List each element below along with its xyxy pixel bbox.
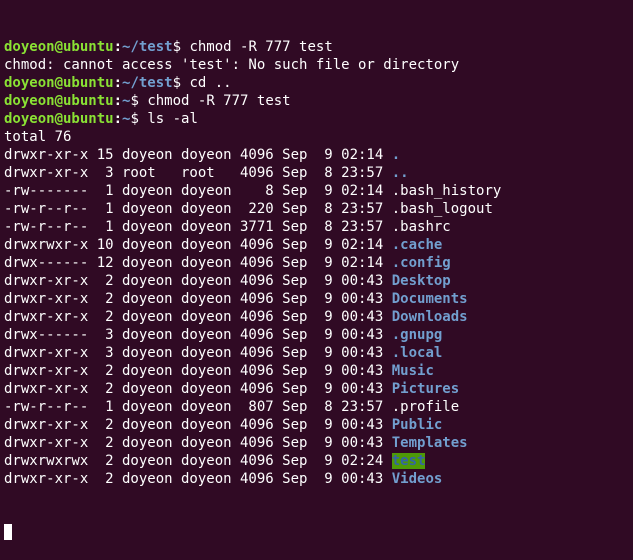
listing-meta: drwxrwxr-x 10 doyeon doyeon 4096 Sep 9 0…: [4, 237, 392, 253]
output-text: total 76: [4, 129, 72, 145]
listing-meta: drwxr-xr-x 2 doyeon doyeon 4096 Sep 9 00…: [4, 381, 392, 397]
listing-filename: ..: [391, 165, 409, 181]
listing-row: drwxr-xr-x 2 doyeon doyeon 4096 Sep 9 00…: [4, 416, 633, 434]
prompt-user-host: doyeon@ubuntu: [4, 111, 114, 127]
output-text: chmod: cannot access 'test': No such fil…: [4, 57, 460, 73]
listing-meta: -rw-r--r-- 1 doyeon doyeon 807 Sep 8 23:…: [4, 399, 392, 415]
listing-filename: .: [391, 147, 401, 163]
listing-row: -rw-r--r-- 1 doyeon doyeon 220 Sep 8 23:…: [4, 200, 633, 218]
listing-filename: .profile: [391, 399, 460, 415]
listing-meta: drwxr-xr-x 2 doyeon doyeon 4096 Sep 9 00…: [4, 273, 392, 289]
listing-row: drwxr-xr-x 2 doyeon doyeon 4096 Sep 9 00…: [4, 290, 633, 308]
listing-row: drwxr-xr-x 2 doyeon doyeon 4096 Sep 9 00…: [4, 272, 633, 290]
cursor-line: [4, 524, 633, 542]
listing-row: drwxr-xr-x 15 doyeon doyeon 4096 Sep 9 0…: [4, 146, 633, 164]
terminal-output: doyeon@ubuntu:~/test$ chmod -R 777 test c…: [4, 38, 633, 488]
listing-row: -rw------- 1 doyeon doyeon 8 Sep 9 02:14…: [4, 182, 633, 200]
listing-filename: .bashrc: [391, 219, 451, 235]
listing-filename: test: [391, 453, 426, 469]
listing-filename: Music: [391, 363, 434, 379]
prompt-user-host: doyeon@ubuntu: [4, 39, 114, 55]
command-text: chmod -R 777 test: [189, 39, 333, 55]
command-text: chmod -R 777 test: [147, 93, 291, 109]
listing-row: drwxr-xr-x 2 doyeon doyeon 4096 Sep 9 00…: [4, 470, 633, 488]
prompt-user-host: doyeon@ubuntu: [4, 93, 114, 109]
listing-meta: -rw------- 1 doyeon doyeon 8 Sep 9 02:14: [4, 183, 392, 199]
listing-meta: drwxr-xr-x 2 doyeon doyeon 4096 Sep 9 00…: [4, 291, 392, 307]
listing-meta: drwxr-xr-x 3 doyeon doyeon 4096 Sep 9 00…: [4, 345, 392, 361]
command-text: cd ..: [189, 75, 232, 91]
listing-filename: Public: [391, 417, 443, 433]
listing-meta: -rw-r--r-- 1 doyeon doyeon 3771 Sep 8 23…: [4, 219, 392, 235]
listing-row: drwx------ 3 doyeon doyeon 4096 Sep 9 00…: [4, 326, 633, 344]
listing-row: drwxr-xr-x 3 doyeon doyeon 4096 Sep 9 00…: [4, 344, 633, 362]
terminal-window[interactable]: doyeon@ubuntu:~/test$ chmod -R 777 test c…: [0, 0, 633, 540]
listing-meta: drwxr-xr-x 15 doyeon doyeon 4096 Sep 9 0…: [4, 147, 392, 163]
prompt-colon: :: [113, 75, 123, 91]
command-line: doyeon@ubuntu:~/test$ chmod -R 777 test: [4, 38, 633, 56]
listing-meta: drwxr-xr-x 2 doyeon doyeon 4096 Sep 9 00…: [4, 435, 392, 451]
listing-row: drwxr-xr-x 2 doyeon doyeon 4096 Sep 9 00…: [4, 362, 633, 380]
listing-meta: drwxr-xr-x 3 root root 4096 Sep 8 23:57: [4, 165, 392, 181]
prompt-path: ~/test: [122, 39, 173, 55]
listing-filename: Templates: [391, 435, 468, 451]
listing-row: drwxrwxr-x 10 doyeon doyeon 4096 Sep 9 0…: [4, 236, 633, 254]
listing-meta: drwxrwxrwx 2 doyeon doyeon 4096 Sep 9 02…: [4, 453, 392, 469]
prompt-colon: :: [113, 93, 123, 109]
listing-row: -rw-r--r-- 1 doyeon doyeon 807 Sep 8 23:…: [4, 398, 633, 416]
listing-filename: .gnupg: [391, 327, 443, 343]
prompt-colon: :: [113, 111, 123, 127]
listing-meta: drwx------ 12 doyeon doyeon 4096 Sep 9 0…: [4, 255, 392, 271]
listing-filename: .bash_history: [391, 183, 502, 199]
listing-row: drwxr-xr-x 3 root root 4096 Sep 8 23:57 …: [4, 164, 633, 182]
listing-filename: Downloads: [391, 309, 468, 325]
listing-meta: drwxr-xr-x 2 doyeon doyeon 4096 Sep 9 00…: [4, 417, 392, 433]
prompt-dollar: $: [172, 39, 190, 55]
prompt-dollar: $: [130, 111, 148, 127]
output-line: chmod: cannot access 'test': No such fil…: [4, 56, 633, 74]
output-line: total 76: [4, 128, 633, 146]
listing-row: drwxr-xr-x 2 doyeon doyeon 4096 Sep 9 00…: [4, 434, 633, 452]
command-line: doyeon@ubuntu:~/test$ cd ..: [4, 74, 633, 92]
text-cursor: [4, 524, 12, 540]
listing-meta: -rw-r--r-- 1 doyeon doyeon 220 Sep 8 23:…: [4, 201, 392, 217]
listing-row: drwxr-xr-x 2 doyeon doyeon 4096 Sep 9 00…: [4, 308, 633, 326]
listing-filename: Documents: [391, 291, 468, 307]
listing-filename: Desktop: [391, 273, 451, 289]
listing-meta: drwx------ 3 doyeon doyeon 4096 Sep 9 00…: [4, 327, 392, 343]
listing-filename: .config: [391, 255, 451, 271]
listing-meta: drwxr-xr-x 2 doyeon doyeon 4096 Sep 9 00…: [4, 471, 392, 487]
listing-filename: .cache: [391, 237, 443, 253]
prompt-path: ~/test: [122, 75, 173, 91]
command-line: doyeon@ubuntu:~$ chmod -R 777 test: [4, 92, 633, 110]
prompt-dollar: $: [130, 93, 148, 109]
listing-filename: Videos: [391, 471, 443, 487]
listing-filename: .bash_logout: [391, 201, 493, 217]
command-line: doyeon@ubuntu:~$ ls -al: [4, 110, 633, 128]
prompt-user-host: doyeon@ubuntu: [4, 75, 114, 91]
listing-meta: drwxr-xr-x 2 doyeon doyeon 4096 Sep 9 00…: [4, 363, 392, 379]
listing-meta: drwxr-xr-x 2 doyeon doyeon 4096 Sep 9 00…: [4, 309, 392, 325]
listing-filename: .local: [391, 345, 443, 361]
prompt-colon: :: [113, 39, 123, 55]
listing-row: drwx------ 12 doyeon doyeon 4096 Sep 9 0…: [4, 254, 633, 272]
listing-row: -rw-r--r-- 1 doyeon doyeon 3771 Sep 8 23…: [4, 218, 633, 236]
prompt-dollar: $: [172, 75, 190, 91]
command-text: ls -al: [147, 111, 198, 127]
listing-filename: Pictures: [391, 381, 460, 397]
listing-row: drwxr-xr-x 2 doyeon doyeon 4096 Sep 9 00…: [4, 380, 633, 398]
